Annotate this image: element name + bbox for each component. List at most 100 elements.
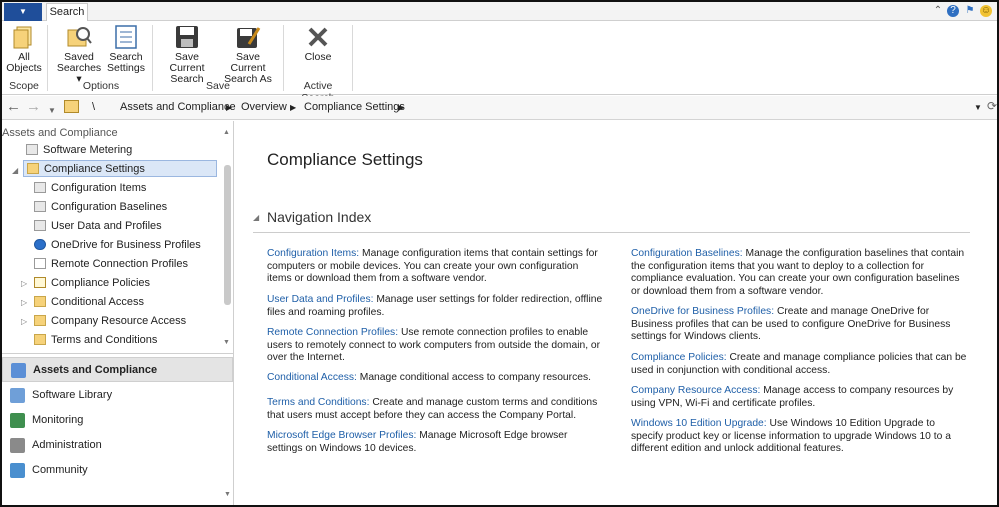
breadcrumb-overview[interactable]: Overview: [241, 101, 287, 113]
content-pane: Compliance Settings ◢ Navigation Index C…: [235, 121, 997, 505]
workspace-monitoring[interactable]: Monitoring: [2, 408, 233, 433]
tree-item-conditional-access[interactable]: Conditional Access: [34, 294, 144, 311]
tab-search[interactable]: Search: [46, 3, 88, 22]
saved-searches-button[interactable]: Saved Searches ▾: [56, 24, 102, 85]
nav-item-remote-connection-profiles: Remote Connection Profiles: Use remote c…: [267, 327, 605, 365]
search-settings-button[interactable]: Search Settings: [106, 24, 146, 74]
collapse-arrow-icon[interactable]: ◢: [12, 166, 18, 175]
tree-item-user-data-and-profiles[interactable]: User Data and Profiles: [34, 218, 162, 235]
tree-item-label: Software Metering: [43, 144, 133, 156]
nav-item-user-data-and-profiles: User Data and Profiles: Manage user sett…: [267, 294, 605, 319]
nav-item-compliance-policies: Compliance Policies: Create and manage c…: [631, 352, 969, 377]
tree-item-software-metering[interactable]: Software Metering: [26, 142, 132, 159]
forward-arrow-icon[interactable]: →: [26, 99, 41, 115]
minimize-ribbon-icon[interactable]: ⌃: [932, 5, 944, 17]
search-settings-label: Search Settings: [107, 51, 145, 74]
expand-arrow-icon[interactable]: ▷: [21, 298, 27, 307]
compliance-policies-link[interactable]: Compliance Policies:: [631, 352, 727, 363]
search-settings-icon: [113, 24, 139, 50]
workspace-administration[interactable]: Administration: [2, 433, 233, 458]
pane-divider: [2, 353, 233, 354]
configuration-items-icon: [34, 182, 46, 193]
workspace-label: Software Library: [32, 389, 113, 401]
ribbon-separator: [47, 25, 48, 91]
software-library-icon: [10, 388, 25, 403]
nav-item-description: Manage conditional access to company res…: [356, 372, 591, 383]
expand-arrow-icon[interactable]: ▷: [21, 317, 27, 326]
save-disk-icon: [174, 24, 200, 50]
tree-item-remote-connection-profiles[interactable]: Remote Connection Profiles: [34, 256, 188, 273]
smiley-icon[interactable]: ☺: [980, 5, 992, 17]
expand-arrow-icon[interactable]: ▷: [21, 279, 27, 288]
all-objects-button[interactable]: All Objects: [6, 24, 42, 74]
section-divider: [253, 232, 970, 233]
onedrive-for-business-profiles-link[interactable]: OneDrive for Business Profiles:: [631, 306, 774, 317]
tree-item-terms-and-conditions[interactable]: Terms and Conditions: [34, 332, 157, 349]
tree-item-compliance-policies[interactable]: Compliance Policies: [34, 275, 150, 292]
nav-item-microsoft-edge-browser-profiles: Microsoft Edge Browser Profiles: Manage …: [267, 430, 605, 455]
group-options-label: Options: [82, 80, 120, 92]
scroll-up-icon[interactable]: ▲: [223, 129, 230, 136]
terms-and-conditions-link[interactable]: Terms and Conditions:: [267, 397, 369, 408]
address-dropdown-icon[interactable]: ▼: [974, 103, 982, 112]
navigation-scrollbar[interactable]: ▲ ▼: [221, 123, 234, 353]
folder-icon: [34, 334, 46, 345]
tree-item-compliance-settings[interactable]: Compliance Settings: [23, 160, 217, 177]
save-current-search-as-button[interactable]: Save Current Search As: [218, 24, 278, 85]
scrollbar-thumb[interactable]: [224, 165, 231, 305]
save-as-icon: [235, 24, 261, 50]
help-icon[interactable]: ?: [947, 5, 959, 17]
history-dropdown-icon[interactable]: ▼: [48, 103, 56, 119]
close-icon: [305, 24, 331, 50]
workspace-community[interactable]: Community: [2, 458, 233, 483]
folder-icon: [34, 315, 46, 326]
refresh-icon[interactable]: ⟳: [987, 99, 997, 113]
breadcrumb-assets-and-compliance[interactable]: Assets and Compliance: [120, 101, 236, 113]
application-menu-button[interactable]: ▼: [4, 3, 42, 21]
group-save-label: Save: [206, 80, 230, 92]
microsoft-edge-browser-profiles-link[interactable]: Microsoft Edge Browser Profiles:: [267, 430, 416, 441]
configuration-items-link[interactable]: Configuration Items:: [267, 248, 359, 259]
tree-item-onedrive-profiles[interactable]: OneDrive for Business Profiles: [34, 237, 201, 254]
navigation-pane-header: Assets and Compliance: [2, 127, 118, 139]
software-metering-icon: [26, 144, 38, 155]
user-data-and-profiles-link[interactable]: User Data and Profiles:: [267, 294, 373, 305]
company-resource-access-link[interactable]: Company Resource Access:: [631, 385, 760, 396]
scroll-down-icon[interactable]: ▼: [223, 339, 230, 346]
community-icon: [10, 463, 25, 478]
close-search-button[interactable]: Close: [295, 24, 341, 63]
breadcrumb-root[interactable]: \: [92, 101, 95, 113]
workspace-label: Monitoring: [32, 414, 84, 426]
nav-item-configuration-baselines: Configuration Baselines: Manage the conf…: [631, 248, 969, 298]
workspace-label: Community: [32, 464, 88, 476]
tree-item-configuration-items[interactable]: Configuration Items: [34, 180, 146, 197]
feedback-flag-icon[interactable]: ⚑: [964, 5, 976, 17]
configuration-baselines-link[interactable]: Configuration Baselines:: [631, 248, 743, 259]
ribbon: All Objects Scope Saved Searches ▾ Searc…: [2, 21, 997, 104]
navigation-index-heading: Navigation Index: [267, 209, 372, 225]
tree-item-configuration-baselines[interactable]: Configuration Baselines: [34, 199, 167, 216]
workspace-label: Assets and Compliance: [33, 364, 158, 376]
workspace-software-library[interactable]: Software Library: [2, 383, 233, 408]
ribbon-separator: [352, 25, 353, 91]
breadcrumb-compliance-settings[interactable]: Compliance Settings: [304, 101, 405, 113]
monitoring-icon: [10, 413, 25, 428]
tree-item-label: User Data and Profiles: [51, 220, 162, 232]
save-current-search-button[interactable]: Save Current Search: [158, 24, 216, 85]
conditional-access-link[interactable]: Conditional Access:: [267, 372, 357, 383]
tree-item-label: Configuration Baselines: [51, 201, 168, 213]
close-label: Close: [304, 51, 332, 63]
nav-item-onedrive-for-business-profiles: OneDrive for Business Profiles: Create a…: [631, 306, 969, 344]
tree-item-company-resource-access[interactable]: Company Resource Access: [34, 313, 186, 330]
all-objects-icon: [11, 24, 37, 50]
administration-icon: [10, 438, 25, 453]
nav-item-windows-10-edition-upgrade: Windows 10 Edition Upgrade: Use Windows …: [631, 418, 969, 456]
windows-10-edition-upgrade-link[interactable]: Windows 10 Edition Upgrade:: [631, 418, 767, 429]
workspace-more-icon[interactable]: ▼: [224, 491, 231, 498]
collapse-section-icon[interactable]: ◢: [253, 213, 259, 222]
back-arrow-icon[interactable]: ←: [6, 99, 21, 115]
tree-item-label: OneDrive for Business Profiles: [51, 239, 201, 251]
remote-connection-profiles-link[interactable]: Remote Connection Profiles:: [267, 327, 398, 338]
tree-item-label: Remote Connection Profiles: [51, 258, 188, 270]
workspace-assets-and-compliance[interactable]: Assets and Compliance: [2, 357, 233, 382]
